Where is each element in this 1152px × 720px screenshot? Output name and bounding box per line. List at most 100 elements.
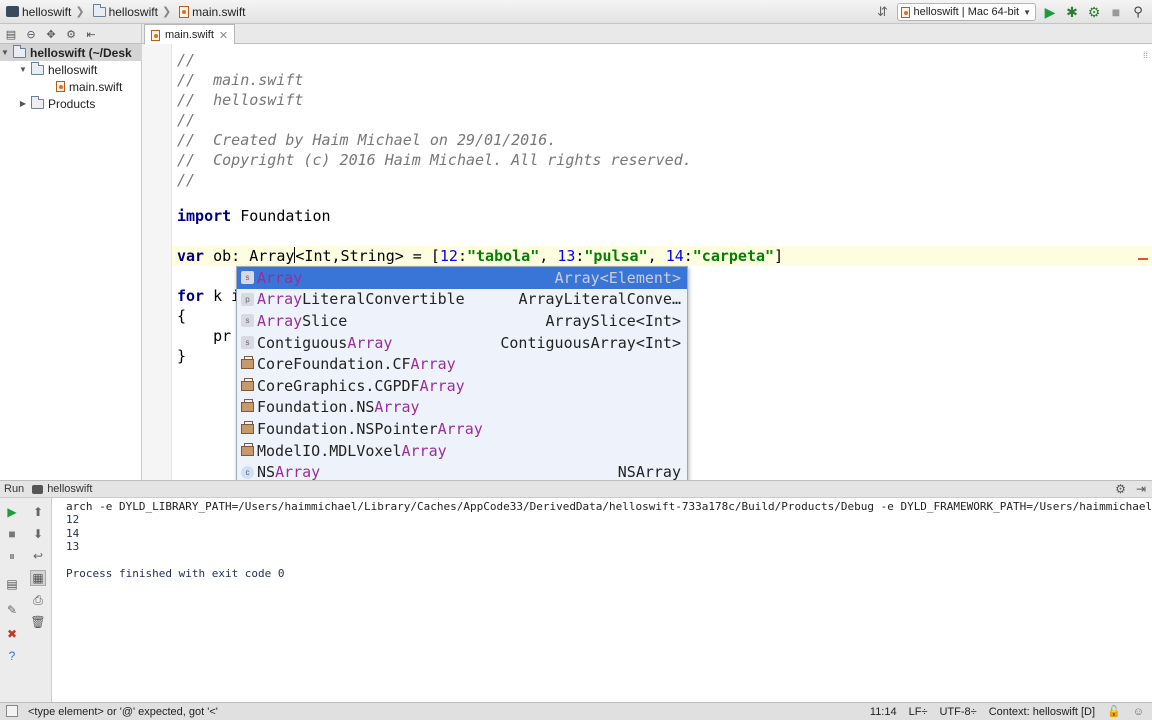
struct-icon: s [241, 336, 254, 350]
lock-icon[interactable]: 🔓 [1107, 705, 1121, 718]
up-arrow-icon[interactable]: ⬆ [30, 504, 46, 520]
completion-prefix: CoreGraphics.CGPDF [257, 376, 420, 395]
folder-icon [92, 3, 106, 17]
settings-gear-icon[interactable]: ⚙ [1115, 482, 1126, 496]
completion-item[interactable]: s ContiguousArray ContiguousArray<Int> [237, 332, 687, 354]
tree-item-products[interactable]: ▶ Products [18, 95, 95, 112]
code-completion-popup[interactable]: s Array Array<Element> p ArrayLiteralConvert… [236, 266, 688, 494]
module-icon [241, 399, 254, 414]
console-line: 14 [66, 527, 80, 540]
run-configuration-selector[interactable]: helloswift | Mac 64-bit ▼ [896, 3, 1036, 21]
swift-file-icon [900, 6, 910, 18]
folder-icon [13, 44, 26, 58]
encoding-selector[interactable]: UTF-8÷ [939, 706, 976, 718]
code-line: // helloswift [177, 91, 304, 109]
completion-item[interactable]: Foundation.NSPointerArray [237, 418, 687, 440]
scroll-from-source-icon[interactable]: ✥ [44, 27, 58, 41]
expand-arrow-icon[interactable]: ▼ [18, 65, 28, 74]
swift-file-icon [151, 29, 160, 41]
completion-item[interactable]: s ArraySlice ArraySlice<Int> [237, 310, 687, 332]
completion-suffix: LiteralConvertible [302, 290, 465, 309]
completion-prefix: CoreFoundation.CF [257, 355, 411, 374]
tree-item-project[interactable]: ▼ helloswift (~/Desk [0, 44, 142, 61]
run-config-tab[interactable]: helloswift [32, 483, 92, 495]
folder-icon [31, 95, 44, 109]
struct-icon: s [241, 271, 254, 285]
project-view-icon[interactable]: ▤ [4, 27, 18, 41]
caret-position[interactable]: 11:14 [870, 706, 897, 718]
code-line: // [177, 171, 196, 189]
completion-name: Foundation.NSPointerArray [257, 420, 681, 438]
soft-wrap-icon[interactable]: ↩ [30, 548, 46, 564]
completion-match: Array [419, 376, 465, 395]
completion-type: ArraySlice<Int> [545, 311, 681, 330]
build-settings-icon[interactable]: ⇵ [875, 4, 891, 20]
tool-windows-icon[interactable] [6, 705, 18, 717]
inspector-icon[interactable]: ☺ [1133, 706, 1144, 718]
collapse-all-icon[interactable]: ⊖ [24, 27, 38, 41]
run-configuration-label: helloswift | Mac 64-bit [913, 6, 1020, 18]
clear-console-icon[interactable]: 🗑 [30, 614, 46, 630]
close-icon[interactable]: ✕ [219, 29, 228, 42]
pause-icon[interactable]: ⏸ [4, 548, 20, 564]
completion-name: CoreGraphics.CGPDFArray [257, 377, 681, 395]
completion-type: ContiguousArray<Int> [500, 333, 681, 352]
profile-icon[interactable]: ⚙ [1086, 4, 1102, 20]
breadcrumb-folder-label: helloswift [108, 4, 158, 19]
completion-item[interactable]: Foundation.NSArray [237, 397, 687, 419]
completion-item[interactable]: CoreFoundation.CFArray [237, 353, 687, 375]
tree-item-folder[interactable]: ▼ helloswift [18, 61, 97, 78]
completion-name: Array [257, 269, 555, 287]
dump-threads-icon[interactable]: ▤ [4, 576, 20, 592]
context-selector[interactable]: Context: helloswift [D] [989, 706, 1095, 718]
run-console[interactable]: arch -e DYLD_LIBRARY_PATH=/Users/haimmic… [52, 498, 1152, 702]
run-icon[interactable]: ▶ [1042, 4, 1058, 20]
tab-main-swift[interactable]: main.swift ✕ [144, 24, 236, 45]
breadcrumb-file[interactable]: main.swift [173, 0, 246, 24]
tree-item-label: helloswift (~/Desk [30, 45, 132, 60]
print-icon[interactable]: ⎙ [30, 592, 46, 608]
help-icon[interactable]: ? [4, 648, 20, 664]
completion-name: ContiguousArray [257, 334, 500, 352]
run-tool-label[interactable]: Run [0, 483, 24, 495]
rerun-icon[interactable]: ▶ [4, 504, 20, 520]
editor-inspection-icon[interactable]: ⁞⁞ [1143, 50, 1148, 60]
status-message: <type element> or '@' expected, got '<' [28, 705, 218, 718]
close-icon[interactable]: ✖ [4, 626, 20, 642]
hide-panel-icon[interactable]: ⇤ [84, 27, 98, 41]
line-separator-selector[interactable]: LF÷ [909, 706, 928, 718]
run-tool-actions: ⚙ ⇥ [1115, 482, 1146, 496]
class-icon: c [241, 465, 254, 479]
settings-gear-icon[interactable]: ⚙ [64, 27, 78, 41]
project-toolbar: ▤ ⊖ ✥ ⚙ ⇤ [0, 24, 142, 44]
completion-item[interactable]: p ArrayLiteralConvertible ArrayLiteralConv… [237, 289, 687, 311]
completion-prefix: Foundation.NS [257, 398, 375, 417]
scroll-to-end-icon[interactable]: ▦ [30, 570, 46, 586]
pin-icon[interactable]: ✎ [4, 602, 20, 618]
run-tool-header: Run helloswift ⚙ ⇥ [0, 480, 1152, 498]
expand-arrow-icon[interactable]: ▼ [0, 48, 10, 57]
down-arrow-icon[interactable]: ⬇ [30, 526, 46, 542]
status-bar: <type element> or '@' expected, got '<' … [0, 702, 1152, 720]
module-icon [241, 377, 254, 392]
string-literal: "tabola" [467, 247, 540, 265]
completion-item[interactable]: s Array Array<Element> [237, 267, 687, 289]
error-marker[interactable] [1138, 258, 1148, 260]
chevron-down-icon: ▼ [1023, 7, 1031, 17]
breadcrumb-folder[interactable]: helloswift ❯ [87, 0, 174, 24]
debug-icon[interactable]: ✱ [1064, 4, 1080, 20]
search-everywhere-icon[interactable]: ⚲ [1130, 4, 1146, 20]
stop-icon[interactable]: ■ [4, 526, 20, 542]
breadcrumb-project[interactable]: helloswift ❯ [0, 0, 87, 24]
stop-icon[interactable]: ■ [1108, 4, 1124, 20]
completion-name: ModelIO.MDLVoxelArray [257, 442, 681, 460]
keyword: var [177, 247, 205, 265]
hide-panel-icon[interactable]: ⇥ [1136, 482, 1146, 496]
tree-item-file[interactable]: main.swift [56, 78, 122, 95]
editor-gutter[interactable] [142, 44, 172, 480]
code-line: // Created by Haim Michael on 29/01/2016… [177, 131, 557, 149]
expand-arrow-icon[interactable]: ▶ [18, 99, 28, 108]
completion-item[interactable]: CoreGraphics.CGPDFArray [237, 375, 687, 397]
completion-item[interactable]: ModelIO.MDLVoxelArray [237, 440, 687, 462]
module-shape [241, 377, 254, 391]
